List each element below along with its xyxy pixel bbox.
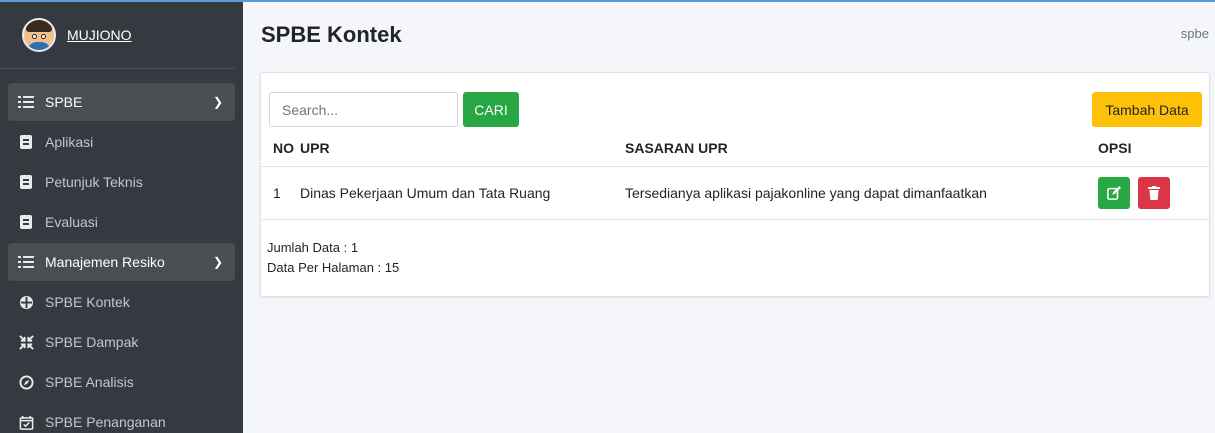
sidebar-item-spbe-analisis[interactable]: SPBE Analisis bbox=[8, 363, 235, 401]
cell-opsi bbox=[1090, 166, 1209, 220]
data-card: CARI Tambah Data NO UPR SASARAN UPR OPSI… bbox=[260, 72, 1210, 297]
calendar-check-icon bbox=[18, 414, 34, 430]
sidebar-item-label: Evaluasi bbox=[45, 214, 98, 230]
sidebar-item-label: Manajemen Resiko bbox=[45, 254, 165, 270]
per-page-text: Data Per Halaman : 15 bbox=[267, 260, 400, 275]
avatar bbox=[22, 18, 56, 52]
table-header-row: NO UPR SASARAN UPR OPSI bbox=[261, 131, 1209, 167]
crosshair-icon bbox=[18, 294, 34, 310]
sidebar-item-spbe-kontek[interactable]: SPBE Kontek bbox=[8, 283, 235, 321]
sidebar-item-petunjuk-teknis[interactable]: Petunjuk Teknis bbox=[8, 163, 235, 201]
sidebar-item-label: SPBE Analisis bbox=[45, 374, 134, 390]
list-icon bbox=[18, 94, 34, 110]
column-header-sasaran: SASARAN UPR bbox=[625, 131, 1090, 167]
search-input[interactable] bbox=[269, 92, 458, 127]
edit-button[interactable] bbox=[1098, 176, 1130, 209]
column-header-upr: UPR bbox=[296, 131, 625, 167]
cell-upr: Dinas Pekerjaan Umum dan Tata Ruang bbox=[296, 166, 625, 220]
list-icon bbox=[18, 254, 34, 270]
sidebar-nav: SPBE ❯ Aplikasi Petunjuk Teknis Evaluasi… bbox=[0, 69, 243, 433]
document-icon bbox=[18, 174, 34, 190]
main-content: SPBE Kontek spbe CARI Tambah Data NO UPR… bbox=[243, 2, 1215, 433]
cell-no: 1 bbox=[261, 166, 296, 220]
sidebar-item-spbe[interactable]: SPBE ❯ bbox=[8, 83, 235, 121]
cell-sasaran: Tersedianya aplikasi pajakonline yang da… bbox=[625, 166, 1090, 220]
document-icon bbox=[18, 134, 34, 150]
sidebar-item-label: SPBE Dampak bbox=[45, 334, 139, 350]
compass-icon bbox=[18, 374, 34, 390]
search-button[interactable]: CARI bbox=[463, 92, 519, 127]
trash-icon bbox=[1147, 185, 1160, 200]
table-row: 1 Dinas Pekerjaan Umum dan Tata Ruang Te… bbox=[261, 166, 1209, 220]
sidebar-item-spbe-penanganan[interactable]: SPBE Penanganan bbox=[8, 403, 235, 433]
sidebar-item-label: SPBE bbox=[45, 94, 83, 110]
sidebar-item-label: Aplikasi bbox=[45, 134, 94, 150]
total-data-text: Jumlah Data : 1 bbox=[267, 240, 359, 255]
user-panel: MUJIONO bbox=[0, 2, 235, 69]
add-data-button[interactable]: Tambah Data bbox=[1092, 92, 1202, 127]
edit-icon bbox=[1107, 185, 1121, 200]
sidebar-item-label: Petunjuk Teknis bbox=[45, 174, 143, 190]
chevron-down-icon: ❯ bbox=[212, 255, 223, 269]
sidebar-item-spbe-dampak[interactable]: SPBE Dampak bbox=[8, 323, 235, 361]
sidebar-item-label: SPBE Kontek bbox=[45, 294, 130, 310]
sidebar: MUJIONO SPBE ❯ Aplikasi Petunjuk Teknis … bbox=[0, 2, 243, 433]
column-header-no: NO bbox=[261, 131, 296, 167]
breadcrumb[interactable]: spbe bbox=[1181, 26, 1209, 41]
delete-button[interactable] bbox=[1137, 176, 1170, 209]
chevron-down-icon: ❯ bbox=[212, 95, 223, 109]
sidebar-item-manajemen-resiko[interactable]: Manajemen Resiko ❯ bbox=[8, 243, 235, 281]
username-link[interactable]: MUJIONO bbox=[67, 27, 132, 43]
data-table: NO UPR SASARAN UPR OPSI 1 Dinas Pekerjaa… bbox=[261, 131, 1209, 220]
sidebar-item-label: SPBE Penanganan bbox=[45, 414, 166, 430]
sidebar-item-evaluasi[interactable]: Evaluasi bbox=[8, 203, 235, 241]
sidebar-item-aplikasi[interactable]: Aplikasi bbox=[8, 123, 235, 161]
page-title: SPBE Kontek bbox=[261, 22, 402, 47]
document-icon bbox=[18, 214, 34, 230]
column-header-opsi: OPSI bbox=[1090, 131, 1209, 167]
compress-icon bbox=[18, 334, 34, 350]
